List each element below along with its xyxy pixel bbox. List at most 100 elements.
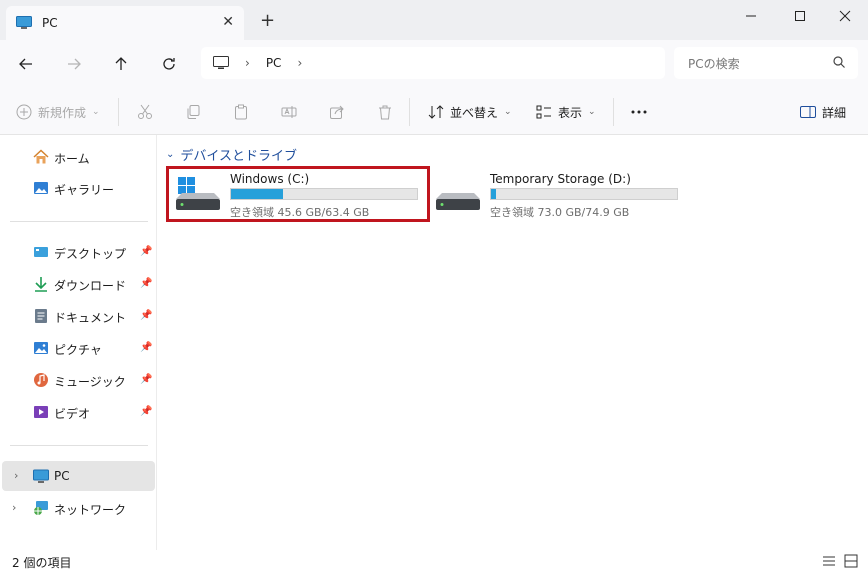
divider xyxy=(118,98,119,126)
sidebar-item-desktop[interactable]: デスクトップ 📌 xyxy=(0,237,155,267)
new-tab-icon[interactable]: + xyxy=(260,10,275,31)
up-button[interactable] xyxy=(108,52,134,76)
search-input[interactable]: PCの検索 xyxy=(674,47,858,79)
arrow-left-icon xyxy=(19,58,32,70)
close-button[interactable] xyxy=(822,4,868,28)
rename-button[interactable] xyxy=(281,100,297,124)
chevron-right-icon[interactable]: › xyxy=(12,501,16,514)
sidebar-item-network[interactable]: › ネットワーク xyxy=(0,493,155,523)
group-header-devices[interactable]: ⌄ デバイスとドライブ xyxy=(166,145,297,164)
view-label: 表示 xyxy=(558,105,583,120)
music-icon xyxy=(34,373,48,387)
content-area: ⌄ デバイスとドライブ Windows (C:) 空き領域 45.6 GB/63… xyxy=(158,135,868,550)
clipboard-icon xyxy=(235,104,247,120)
chevron-down-icon: ⌄ xyxy=(588,107,596,117)
drive-d[interactable]: Temporary Storage (D:) 空き領域 73.0 GB/74.9… xyxy=(418,167,678,219)
tiles-view-icon[interactable] xyxy=(844,554,858,568)
view-button[interactable]: 表示 ⌄ xyxy=(536,100,596,124)
sort-button[interactable]: 並べ替え ⌄ xyxy=(428,100,512,124)
drive-usage-bar xyxy=(490,188,678,200)
sort-label: 並べ替え xyxy=(450,105,499,120)
plus-circle-icon xyxy=(16,104,32,120)
pin-icon[interactable]: 📌 xyxy=(140,278,152,289)
search-icon[interactable] xyxy=(832,55,846,69)
details-button[interactable]: 詳細 xyxy=(800,100,846,124)
command-bar: 新規作成 ⌄ 並べ替え ⌄ 表示 ⌄ 詳細 xyxy=(0,88,868,135)
navigation-pane: ホーム ギャラリー デスクトップ 📌 ダウンロード 📌 ドキュメント 📌 ピクチ… xyxy=(0,135,157,550)
refresh-icon xyxy=(163,58,175,70)
paste-button[interactable] xyxy=(233,100,249,124)
sidebar-item-pc[interactable]: › PC xyxy=(2,461,155,491)
chevron-down-icon[interactable]: ⌄ xyxy=(166,149,174,160)
share-button[interactable] xyxy=(329,100,345,124)
breadcrumb-separator-icon[interactable]: › xyxy=(297,56,302,70)
monitor-icon xyxy=(33,469,49,483)
address-row: › PC › PCの検索 xyxy=(0,40,868,88)
gallery-icon xyxy=(34,182,48,194)
refresh-button[interactable] xyxy=(156,52,182,76)
sidebar-item-home[interactable]: ホーム xyxy=(0,142,155,172)
view-toggle xyxy=(822,554,858,568)
forward-button[interactable] xyxy=(61,52,87,76)
rename-icon xyxy=(281,106,297,118)
sort-icon xyxy=(428,105,444,119)
picture-icon xyxy=(34,342,48,354)
cut-button[interactable] xyxy=(137,100,153,124)
pin-icon[interactable]: 📌 xyxy=(140,246,152,257)
copy-button[interactable] xyxy=(185,100,201,124)
tab-pc[interactable]: PC ✕ xyxy=(6,6,244,40)
view-icon xyxy=(536,105,551,119)
back-button[interactable] xyxy=(13,52,39,76)
divider xyxy=(10,221,148,222)
details-view-icon[interactable] xyxy=(822,554,836,568)
details-pane-icon xyxy=(800,106,816,118)
item-count: 2 個の項目 xyxy=(12,556,72,570)
sidebar-item-documents[interactable]: ドキュメント 📌 xyxy=(0,301,155,331)
drive-usage-fill xyxy=(491,189,496,199)
minimize-button[interactable] xyxy=(728,4,774,28)
arrow-up-icon xyxy=(115,57,127,70)
address-bar[interactable]: › PC › xyxy=(201,47,665,79)
tab-close-icon[interactable]: ✕ xyxy=(222,14,234,30)
document-icon xyxy=(35,309,47,323)
breadcrumb-pc[interactable]: PC xyxy=(266,56,282,70)
arrow-right-icon xyxy=(68,58,81,70)
sidebar-item-gallery[interactable]: ギャラリー xyxy=(0,173,155,203)
breadcrumb-separator-icon[interactable]: › xyxy=(245,56,250,70)
share-icon xyxy=(330,105,344,119)
pin-icon[interactable]: 📌 xyxy=(140,310,152,321)
status-bar: 2 個の項目 xyxy=(0,550,868,573)
sidebar-item-downloads[interactable]: ダウンロード 📌 xyxy=(0,269,155,299)
monitor-icon xyxy=(213,56,229,69)
sidebar-item-pictures[interactable]: ピクチャ 📌 xyxy=(0,333,155,363)
download-icon xyxy=(35,277,47,292)
highlight-box xyxy=(166,166,430,222)
divider xyxy=(613,98,614,126)
chevron-down-icon: ⌄ xyxy=(504,107,512,117)
more-icon xyxy=(631,110,647,114)
sidebar-item-label: ミュージック xyxy=(54,375,126,389)
pin-icon[interactable]: 📌 xyxy=(140,374,152,385)
maximize-button[interactable] xyxy=(777,4,823,28)
pin-icon[interactable]: 📌 xyxy=(140,342,152,353)
pin-icon[interactable]: 📌 xyxy=(140,406,152,417)
sidebar-item-label: ネットワーク xyxy=(54,503,127,517)
sidebar-item-label: ホーム xyxy=(54,152,90,166)
title-bar: PC ✕ + xyxy=(0,0,868,40)
new-button[interactable]: 新規作成 ⌄ xyxy=(16,100,100,124)
chevron-right-icon[interactable]: › xyxy=(14,469,18,482)
divider xyxy=(10,445,148,446)
drive-icon xyxy=(436,193,480,210)
drive-free-space: 空き領域 73.0 GB/74.9 GB xyxy=(490,206,630,219)
delete-button[interactable] xyxy=(377,100,393,124)
divider xyxy=(409,98,410,126)
sidebar-item-label: ダウンロード xyxy=(54,279,127,293)
chevron-down-icon: ⌄ xyxy=(92,107,100,117)
more-options-button[interactable] xyxy=(630,100,648,124)
trash-icon xyxy=(379,105,391,120)
copy-icon xyxy=(187,105,200,119)
sidebar-item-label: ギャラリー xyxy=(54,183,115,197)
sidebar-item-videos[interactable]: ビデオ 📌 xyxy=(0,397,155,427)
group-title: デバイスとドライブ xyxy=(180,149,298,164)
sidebar-item-music[interactable]: ミュージック 📌 xyxy=(0,365,155,395)
